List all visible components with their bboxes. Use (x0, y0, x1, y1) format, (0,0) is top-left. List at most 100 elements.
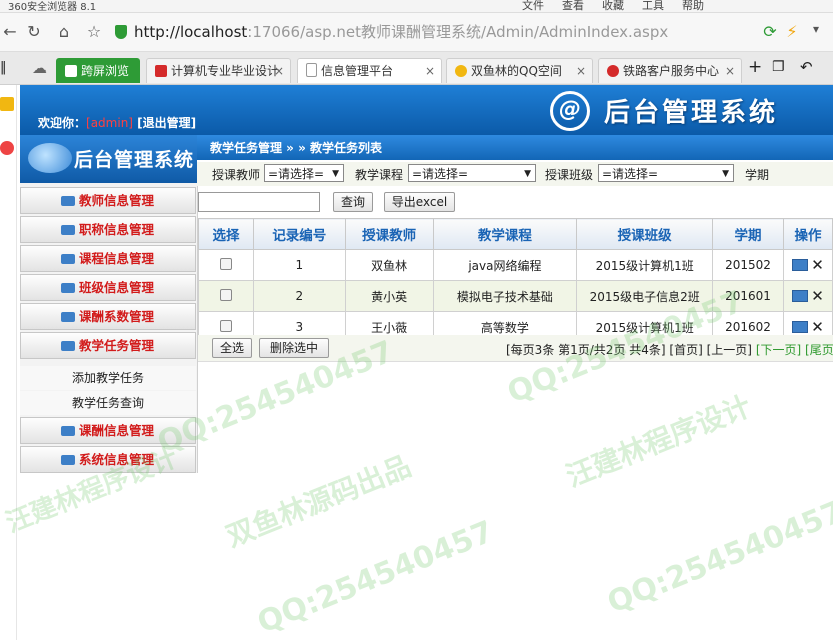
sidebar-item-label: 课酬信息管理 (79, 423, 155, 438)
course-filter-label: 教学课程 (355, 168, 404, 182)
sidebar-toggle-icon[interactable]: ‖ (0, 60, 7, 75)
table-header-row: 选择 记录编号 授课教师 教学课程 授课班级 学期 操作 (198, 218, 833, 250)
tab-qq-space[interactable]: 双鱼林的QQ空间 × (446, 58, 593, 83)
class-filter-label: 授课班级 (545, 168, 594, 182)
menu-view[interactable]: 查看 (562, 0, 584, 13)
menu-icon (61, 426, 75, 436)
tab-cross-screen[interactable]: 跨屏浏览 (56, 58, 140, 83)
sidebar-item-pay-coefficient[interactable]: 课酬系数管理 (20, 303, 196, 330)
pager-summary: [每页3条 第1页/共2页 共4条] (506, 343, 666, 357)
actions-cell: ✕ (783, 280, 833, 312)
cloud-icon[interactable]: ☁ (32, 59, 47, 77)
row-checkbox[interactable] (219, 319, 232, 332)
tab-graduation-design[interactable]: 计算机专业毕业设计 × (146, 58, 291, 83)
tab-info-platform[interactable]: 信息管理平台 × (297, 58, 442, 83)
back-icon[interactable]: ← (0, 22, 20, 41)
menu-tools[interactable]: 工具 (642, 0, 664, 13)
sidebar-item-course[interactable]: 课程信息管理 (20, 245, 196, 272)
logout-link[interactable]: [退出管理] (137, 116, 196, 130)
address-bar-row: ← ↻ ⌂ ☆ http://localhost:17066/asp.net教师… (0, 13, 833, 52)
pager-first[interactable]: [首页] (669, 343, 702, 357)
menu-icon (61, 312, 75, 322)
url-field[interactable]: http://localhost:17066/asp.net教师课酬管理系统/A… (112, 20, 774, 44)
class-cell: 2015级计算机1班 (576, 249, 714, 281)
home-icon[interactable]: ⌂ (54, 22, 74, 41)
term-input[interactable] (198, 192, 320, 212)
col-teacher: 授课教师 (344, 218, 434, 250)
pager-prev[interactable]: [上一页] (707, 343, 752, 357)
bookmark-star-icon[interactable]: ☆ (84, 22, 104, 41)
menu-file[interactable]: 文件 (522, 0, 544, 13)
tab-close-icon[interactable]: × (425, 59, 435, 83)
menu-icon (61, 225, 75, 235)
weibo-icon[interactable] (0, 141, 14, 155)
sidebar-item-label: 课程信息管理 (79, 251, 155, 266)
system-title: 后台管理系统 (604, 98, 779, 128)
browser-side-strip (0, 85, 17, 640)
export-excel-button[interactable]: 导出excel (384, 192, 455, 212)
sidebar-item-system-info[interactable]: 系统信息管理 (20, 446, 196, 473)
edit-icon[interactable] (792, 321, 809, 333)
delete-icon[interactable]: ✕ (811, 287, 824, 305)
chevron-down-icon: ▼ (524, 169, 531, 179)
tab-label: 双鱼林的QQ空间 (471, 64, 562, 78)
sidebar-subitem-add-task[interactable]: 添加教学任务 (20, 366, 196, 390)
sidebar-item-label: 教学任务管理 (79, 338, 155, 353)
sidebar-subitem-query-task[interactable]: 教学任务查询 (20, 391, 196, 415)
edit-icon[interactable] (792, 290, 809, 302)
sidebar-item-title[interactable]: 职称信息管理 (20, 216, 196, 243)
course-select[interactable]: =请选择= ▼ (408, 164, 536, 182)
tab-railway-service[interactable]: 铁路客户服务中心 × (598, 58, 742, 83)
teacher-select[interactable]: =请选择= ▼ (264, 164, 344, 182)
course-cell: 模拟电子技术基础 (432, 280, 578, 312)
undo-icon[interactable]: ↶ (800, 58, 813, 76)
menu-icon (61, 254, 75, 264)
col-select: 选择 (198, 218, 254, 250)
delete-icon[interactable]: ✕ (811, 256, 824, 274)
sidebar-item-teaching-task[interactable]: 教学任务管理 (20, 332, 196, 359)
railway-logo-icon (607, 65, 619, 77)
edit-icon[interactable] (792, 259, 809, 271)
sidebar-item-label: 职称信息管理 (79, 222, 155, 237)
new-tab-icon[interactable]: + (748, 57, 762, 77)
welcome-label: 欢迎你： (38, 116, 87, 130)
tab-close-icon[interactable]: × (576, 59, 586, 83)
username: [admin] (86, 116, 133, 130)
row-checkbox[interactable] (219, 288, 232, 301)
dropdown-icon[interactable]: ▾ (806, 22, 826, 36)
pager-last[interactable]: [尾页] (805, 343, 833, 357)
reload-icon[interactable]: ↻ (24, 22, 44, 41)
pager-next[interactable]: [下一页] (756, 343, 801, 357)
favorites-icon[interactable] (0, 97, 14, 111)
star-icon (455, 65, 467, 77)
menu-icon (61, 341, 75, 351)
tab-label: 计算机专业毕业设计 (171, 64, 280, 78)
teacher-cell: 双鱼林 (344, 249, 434, 281)
menu-help[interactable]: 帮助 (682, 0, 704, 13)
sidebar: 教师信息管理 职称信息管理 课程信息管理 班级信息管理 课酬系数管理 教学任务管… (20, 183, 198, 473)
row-checkbox[interactable] (219, 257, 232, 270)
lightning-icon[interactable]: ⚡ (782, 22, 802, 41)
select-all-button[interactable]: 全选 (212, 338, 252, 358)
sidebar-item-pay-info[interactable]: 课酬信息管理 (20, 417, 196, 444)
tab-restore-icon[interactable]: ❐ (772, 59, 785, 75)
menu-icon (61, 283, 75, 293)
page-icon (306, 63, 317, 77)
search-button[interactable]: 查询 (333, 192, 373, 212)
browser-app-title: 360安全浏览器 8.1 (8, 2, 97, 13)
delete-selected-button[interactable]: 删除选中 (259, 338, 329, 358)
tab-close-icon[interactable]: × (725, 59, 735, 83)
refresh-green-icon[interactable]: ⟳ (760, 22, 780, 41)
course-select-value: =请选择= (412, 167, 469, 181)
tab-close-icon[interactable]: × (274, 59, 284, 83)
row-select-cell (198, 249, 254, 281)
menu-favorites[interactable]: 收藏 (602, 0, 624, 13)
delete-icon[interactable]: ✕ (811, 318, 824, 336)
col-actions: 操作 (783, 218, 833, 250)
class-select[interactable]: =请选择= ▼ (598, 164, 734, 182)
sidebar-item-teacher[interactable]: 教师信息管理 (20, 187, 196, 214)
col-course: 教学课程 (432, 218, 578, 250)
system-logo-icon: @ (550, 91, 590, 131)
record-id-cell: 1 (252, 249, 346, 281)
sidebar-item-class[interactable]: 班级信息管理 (20, 274, 196, 301)
